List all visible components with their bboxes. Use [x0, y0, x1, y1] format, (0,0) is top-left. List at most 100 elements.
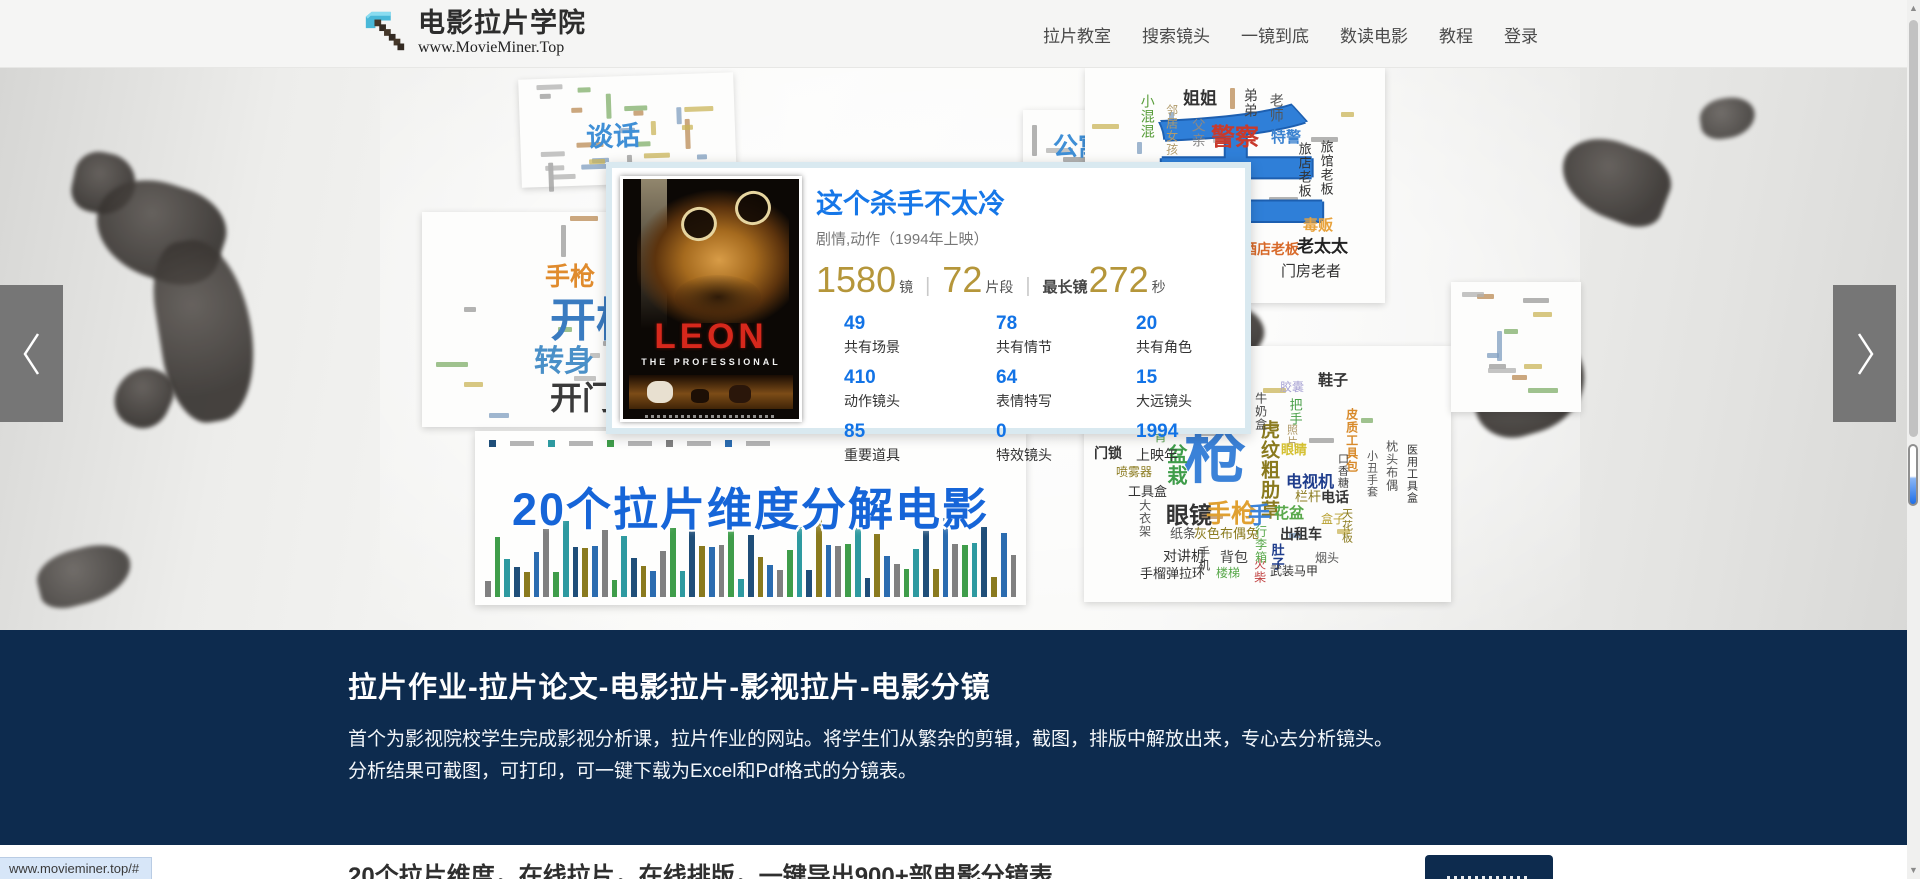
wordcloud-filler — [489, 413, 510, 419]
chart-bar — [640, 566, 647, 597]
stat-value: 78 — [996, 313, 1018, 334]
scrollbar-thumb[interactable] — [1909, 20, 1918, 437]
movie-stat: 64 表情特写 — [996, 367, 1136, 411]
chart-bar — [592, 546, 598, 597]
headline-value: 272 — [1088, 259, 1149, 300]
features-cta-button[interactable] — [1425, 855, 1553, 879]
wordcloud-word: 医用工具盒 — [1405, 444, 1418, 504]
wordcloud-filler — [1497, 330, 1503, 362]
stat-value: 0 — [996, 420, 1007, 442]
wordcloud-filler — [1461, 292, 1485, 298]
chart-bar — [991, 577, 997, 597]
wordcloud-filler — [606, 93, 612, 119]
wordcloud-filler — [1137, 141, 1143, 154]
wordcloud-filler — [682, 125, 693, 131]
wordcloud-word: 火柴 — [1252, 558, 1267, 584]
chart-bar — [913, 549, 920, 597]
legend-swatch — [548, 440, 555, 447]
legend-label-placeholder — [628, 441, 652, 446]
wordcloud-filler — [552, 173, 576, 180]
chart-bar — [494, 537, 501, 597]
chart-bar — [738, 579, 744, 597]
scroll-indicator-pill — [1908, 444, 1918, 506]
intro-section: 拉片作业-拉片论文-电影拉片-影视拉片-电影分镜 首个为影视院校学生完成影视分析… — [0, 630, 1920, 845]
wordcloud-word: 武装马甲 — [1270, 564, 1319, 578]
wordcloud-filler — [561, 224, 567, 257]
nav-item-lapian-classroom[interactable]: 拉片教室 — [1043, 22, 1111, 47]
poster-scene — [629, 375, 793, 409]
stat-value: 1994 — [1136, 420, 1179, 442]
headline-value: 72 — [942, 259, 983, 300]
wordcloud-filler — [684, 118, 691, 149]
wordcloud-word: 弟弟 — [1242, 88, 1259, 118]
wordcloud-word: 电话 — [1321, 489, 1349, 505]
stat-label: 特效镜头 — [996, 446, 1052, 463]
headline-value: 1580 — [816, 259, 897, 300]
wordcloud-word: 背包 — [1220, 549, 1248, 565]
wordcloud-filler — [1527, 387, 1558, 393]
carousel-prev-button[interactable] — [0, 285, 63, 422]
chart-bar — [572, 547, 579, 597]
wordcloud-filler — [1511, 374, 1527, 380]
chart-bar — [777, 570, 783, 597]
scrollbar[interactable]: ▲ ▼ — [1907, 0, 1920, 879]
site-logo[interactable]: 电影拉片学院 www.MovieMiner.Top — [362, 8, 586, 57]
wordcloud-filler — [684, 105, 714, 112]
wordcloud-word: 枕头布偶 — [1384, 440, 1399, 492]
intro-body-line1: 首个为影视院校学生完成影视分析课，拉片作业的网站。将学生们从繁杂的剪辑，截图，排… — [348, 729, 1394, 750]
headline-separator: | — [925, 275, 931, 297]
chart-bar — [504, 559, 511, 597]
nav-item-tutorial[interactable]: 教程 — [1439, 22, 1473, 47]
stat-label: 共有角色 — [1136, 338, 1192, 355]
wordcloud-filler — [539, 93, 551, 99]
wordcloud-word: 转身 — [534, 345, 594, 378]
scrollbar-down-arrow-icon[interactable]: ▼ — [1909, 866, 1918, 875]
ink-rock — [1697, 94, 1758, 142]
wordcloud-filler — [676, 107, 682, 125]
chart-bar — [835, 546, 842, 597]
movie-stat: 1994 上映年 — [1136, 420, 1272, 465]
wordcloud-word: 大衣架 — [1137, 499, 1152, 538]
nav-item-movie-by-numbers[interactable]: 数读电影 — [1340, 22, 1408, 47]
wordcloud-word: 楼梯 — [1216, 566, 1241, 580]
wordcloud-word: 栏杆 — [1295, 489, 1322, 504]
headline-separator: | — [1025, 275, 1031, 297]
wordcloud-filler — [1504, 328, 1519, 334]
wordcloud-word: 老太太 — [1297, 237, 1348, 256]
chart-bar — [533, 552, 540, 597]
stat-value: 49 — [844, 313, 866, 334]
wordcloud-word: 胶囊 — [1280, 380, 1305, 394]
movie-stat: 410 动作镜头 — [844, 367, 996, 411]
wordcloud-filler — [644, 152, 670, 159]
carousel-next-button[interactable] — [1833, 285, 1896, 422]
chart-bar — [611, 580, 618, 597]
wordcloud-filler — [650, 120, 657, 135]
wordcloud-word: 开门 — [550, 380, 615, 416]
nav-item-search-shots[interactable]: 搜索镜头 — [1142, 22, 1210, 47]
nav-item-one-take[interactable]: 一镜到底 — [1241, 22, 1309, 47]
scrollbar-up-arrow-icon[interactable]: ▲ — [1909, 4, 1918, 13]
movie-title: 这个杀手不太冷 — [816, 189, 1005, 219]
wordcloud-extra — [1451, 282, 1581, 412]
site-header: 电影拉片学院 www.MovieMiner.Top 拉片教室 搜索镜头 一镜到底 数读… — [0, 0, 1920, 68]
chart-bar — [699, 546, 705, 597]
wordcloud-word: 小混混 — [1139, 94, 1156, 139]
wordcloud-filler — [1340, 111, 1354, 117]
wordcloud-filler — [464, 306, 476, 312]
logo-text: 电影拉片学院 www.MovieMiner.Top — [418, 8, 586, 57]
wordcloud-word: 老师 — [1268, 93, 1285, 123]
stat-label: 共有场景 — [844, 338, 900, 355]
stat-label: 大远镜头 — [1136, 392, 1192, 409]
pickaxe-logo-icon — [365, 11, 405, 51]
nav-item-login[interactable]: 登录 — [1504, 22, 1538, 47]
chart-bar — [718, 545, 725, 597]
chart-bar — [485, 581, 491, 597]
wordcloud-filler — [1031, 125, 1037, 157]
stat-label: 共有情节 — [996, 338, 1052, 355]
chart-bar — [806, 570, 812, 597]
poster-title: LEON — [654, 317, 768, 356]
chart-bar — [757, 557, 764, 597]
chart-bar — [582, 548, 589, 597]
wordcloud-word: 姐姐 — [1183, 89, 1217, 108]
stat-label: 动作镜头 — [844, 392, 900, 409]
